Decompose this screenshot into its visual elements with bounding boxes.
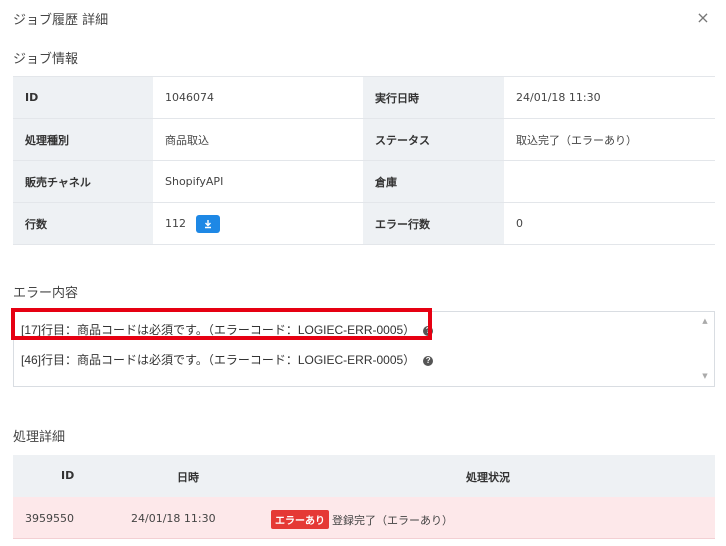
- errors-title: エラー内容: [13, 286, 79, 301]
- row-datetime: 24/01/18 11:30: [131, 512, 216, 525]
- info-label: 販売チャネル: [13, 160, 153, 203]
- info-label: ID: [13, 76, 153, 119]
- help-icon[interactable]: ?: [423, 355, 434, 366]
- column-header-datetime: 日時: [177, 471, 199, 484]
- scroll-down-icon[interactable]: ▼: [700, 372, 710, 382]
- job-info-row: ID 1046074 実行日時 24/01/18 11:30: [13, 76, 715, 119]
- info-label: ステータス: [363, 118, 504, 161]
- details-table-header: ID 日時 処理状況: [13, 455, 715, 497]
- error-line: [17]行目：商品コードは必須です。（エラーコード：LOGIEC-ERR-000…: [21, 321, 434, 338]
- info-label: 実行日時: [363, 76, 504, 119]
- info-value: 取込完了（エラーあり）: [504, 118, 715, 161]
- download-icon: [204, 219, 211, 228]
- info-label: エラー行数: [363, 202, 504, 245]
- row-count: 112: [165, 216, 186, 230]
- job-info-row: 行数 112 エラー行数 0: [13, 202, 715, 245]
- download-button[interactable]: [195, 214, 220, 233]
- job-info-row: 処理種別 商品取込 ステータス 取込完了（エラーあり）: [13, 118, 715, 161]
- info-label: 倉庫: [363, 160, 504, 203]
- job-info-title: ジョブ情報: [13, 52, 79, 67]
- job-info-table: ID 1046074 実行日時 24/01/18 11:30 処理種別 商品取込…: [13, 76, 715, 245]
- error-list[interactable]: [17]行目：商品コードは必須です。（エラーコード：LOGIEC-ERR-000…: [13, 311, 715, 387]
- help-icon[interactable]: ?: [423, 325, 434, 336]
- column-header-status: 処理状況: [466, 471, 510, 484]
- info-label: 行数: [13, 202, 153, 245]
- status-text: 登録完了（エラーあり）: [332, 514, 453, 527]
- row-status: エラーあり 登録完了（エラーあり）: [271, 510, 453, 529]
- details-title: 処理詳細: [13, 430, 66, 445]
- column-header-id: ID: [61, 469, 75, 482]
- table-row: 3959550 24/01/18 11:30 エラーあり 登録完了（エラーあり）: [13, 497, 715, 539]
- close-icon[interactable]: ×: [694, 9, 712, 27]
- info-value: 0: [504, 202, 715, 245]
- info-value: ShopifyAPI: [153, 160, 363, 203]
- modal-title: ジョブ履歴 詳細: [13, 13, 109, 28]
- info-label: 処理種別: [13, 118, 153, 161]
- error-text: [17]行目：商品コードは必須です。（エラーコード：LOGIEC-ERR-000…: [21, 323, 416, 337]
- info-value-rows: 112: [153, 202, 363, 245]
- error-line: [46]行目：商品コードは必須です。（エラーコード：LOGIEC-ERR-000…: [21, 351, 434, 368]
- row-id: 3959550: [25, 512, 74, 525]
- job-info-row: 販売チャネル ShopifyAPI 倉庫: [13, 160, 715, 203]
- info-value: 1046074: [153, 76, 363, 119]
- info-value: [504, 160, 715, 203]
- error-text: [46]行目：商品コードは必須です。（エラーコード：LOGIEC-ERR-000…: [21, 353, 416, 367]
- info-value: 商品取込: [153, 118, 363, 161]
- error-badge: エラーあり: [271, 510, 329, 529]
- info-value: 24/01/18 11:30: [504, 76, 715, 119]
- scroll-up-icon[interactable]: ▲: [700, 317, 710, 327]
